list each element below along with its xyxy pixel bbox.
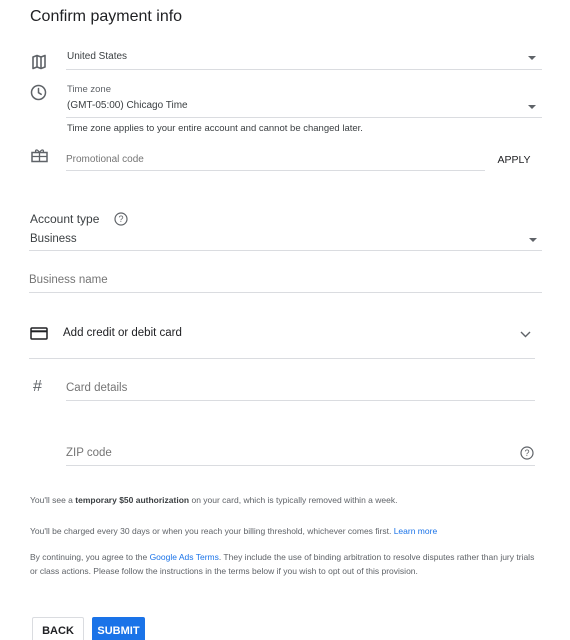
credit-card-icon (29, 326, 49, 341)
add-card-expander[interactable]: Add credit or debit card (29, 320, 535, 348)
add-card-label: Add credit or debit card (63, 327, 182, 339)
country-value: United States (67, 51, 128, 62)
dropdown-caret-icon (528, 56, 536, 60)
chevron-down-icon (518, 328, 532, 340)
dropdown-caret-icon (528, 105, 536, 109)
submit-button[interactable]: SUBMIT (92, 617, 145, 640)
divider (29, 358, 535, 359)
authorization-notice: You'll see a temporary $50 authorization… (30, 493, 550, 507)
business-name-input[interactable] (29, 270, 542, 290)
terms-link[interactable]: Google Ads Terms (150, 552, 219, 562)
timezone-select[interactable]: (GMT-05:00) Chicago Time (66, 97, 542, 117)
timezone-helper: Time zone applies to your entire account… (67, 123, 363, 134)
notice-text: By continuing, you agree to the (30, 552, 150, 562)
account-type-select[interactable]: Business (29, 230, 542, 250)
help-icon[interactable]: ? (519, 445, 534, 460)
svg-text:?: ? (118, 214, 123, 224)
account-type-value: Business (30, 233, 77, 245)
back-button[interactable]: BACK (32, 617, 84, 640)
divider (66, 170, 485, 171)
divider (29, 250, 542, 251)
apply-button[interactable]: APPLY (493, 151, 535, 169)
notice-text: on your card, which is typically removed… (189, 495, 398, 505)
timezone-label: Time zone (67, 84, 111, 95)
dropdown-caret-icon (529, 238, 537, 242)
divider (66, 69, 542, 70)
account-type-label: Account type (30, 212, 100, 226)
divider (66, 465, 535, 466)
divider (29, 292, 542, 293)
terms-notice: By continuing, you agree to the Google A… (30, 550, 540, 578)
card-details-input[interactable] (66, 378, 535, 398)
timezone-value: (GMT-05:00) Chicago Time (67, 100, 188, 111)
map-icon (30, 53, 48, 71)
notice-text: You'll see a (30, 495, 76, 505)
help-icon[interactable]: ? (113, 211, 128, 226)
notice-text: You'll be charged every 30 days or when … (30, 526, 394, 536)
country-select[interactable]: United States (66, 48, 542, 70)
zip-code-input[interactable] (66, 443, 506, 463)
promo-code-input[interactable] (66, 149, 484, 169)
notice-emphasis: temporary $50 authorization (75, 495, 190, 505)
billing-notice: You'll be charged every 30 days or when … (30, 524, 550, 538)
hash-icon: # (33, 378, 42, 395)
clock-icon (29, 83, 47, 101)
page-title: Confirm payment info (30, 8, 183, 25)
learn-more-link[interactable]: Learn more (394, 526, 437, 536)
divider (66, 400, 535, 401)
gift-icon (30, 147, 48, 163)
svg-text:?: ? (524, 448, 529, 458)
divider (66, 117, 542, 118)
